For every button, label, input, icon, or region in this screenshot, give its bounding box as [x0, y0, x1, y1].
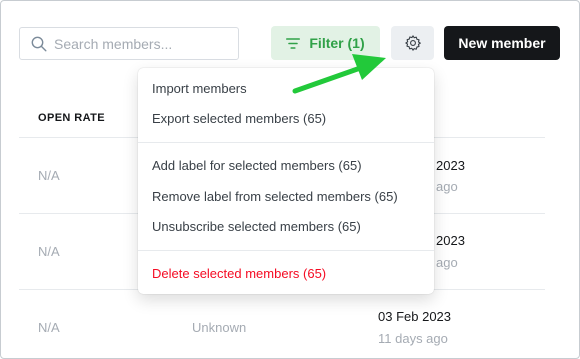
date-cell: 03 Feb 2023 [378, 309, 452, 324]
open-rate-cell: N/A [38, 320, 60, 335]
gear-icon [404, 35, 421, 51]
menu-item-import[interactable]: Import members [152, 81, 247, 96]
new-member-button[interactable]: New member [444, 26, 560, 60]
menu-divider [138, 250, 434, 251]
filter-label: Filter (1) [309, 35, 365, 51]
search-input[interactable] [54, 35, 224, 52]
search-icon [31, 36, 47, 52]
menu-item-delete[interactable]: Delete selected members (65) [152, 266, 326, 281]
menu-item-remove-label[interactable]: Remove label from selected members (65) [152, 189, 398, 204]
ago-cell: ago [436, 255, 458, 270]
filter-icon [286, 37, 301, 49]
new-member-label: New member [458, 35, 546, 51]
date-cell: 2023 [436, 158, 465, 173]
ago-cell: 11 days ago [378, 331, 448, 346]
menu-item-add-label[interactable]: Add label for selected members (65) [152, 158, 362, 173]
filter-button[interactable]: Filter (1) [271, 26, 380, 60]
ago-cell: ago [436, 179, 458, 194]
menu-item-export[interactable]: Export selected members (65) [152, 111, 326, 126]
settings-button[interactable] [391, 26, 434, 60]
open-rate-cell: N/A [38, 168, 60, 183]
menu-divider [138, 142, 434, 143]
status-cell: Unknown [192, 320, 247, 335]
open-rate-cell: N/A [38, 244, 60, 259]
actions-dropdown-menu: Import members Export selected members (… [138, 68, 434, 294]
search-field[interactable] [19, 27, 239, 60]
menu-item-unsubscribe[interactable]: Unsubscribe selected members (65) [152, 219, 361, 234]
date-cell: 2023 [436, 233, 465, 248]
column-header-open-rate[interactable]: OPEN RATE [38, 112, 105, 124]
